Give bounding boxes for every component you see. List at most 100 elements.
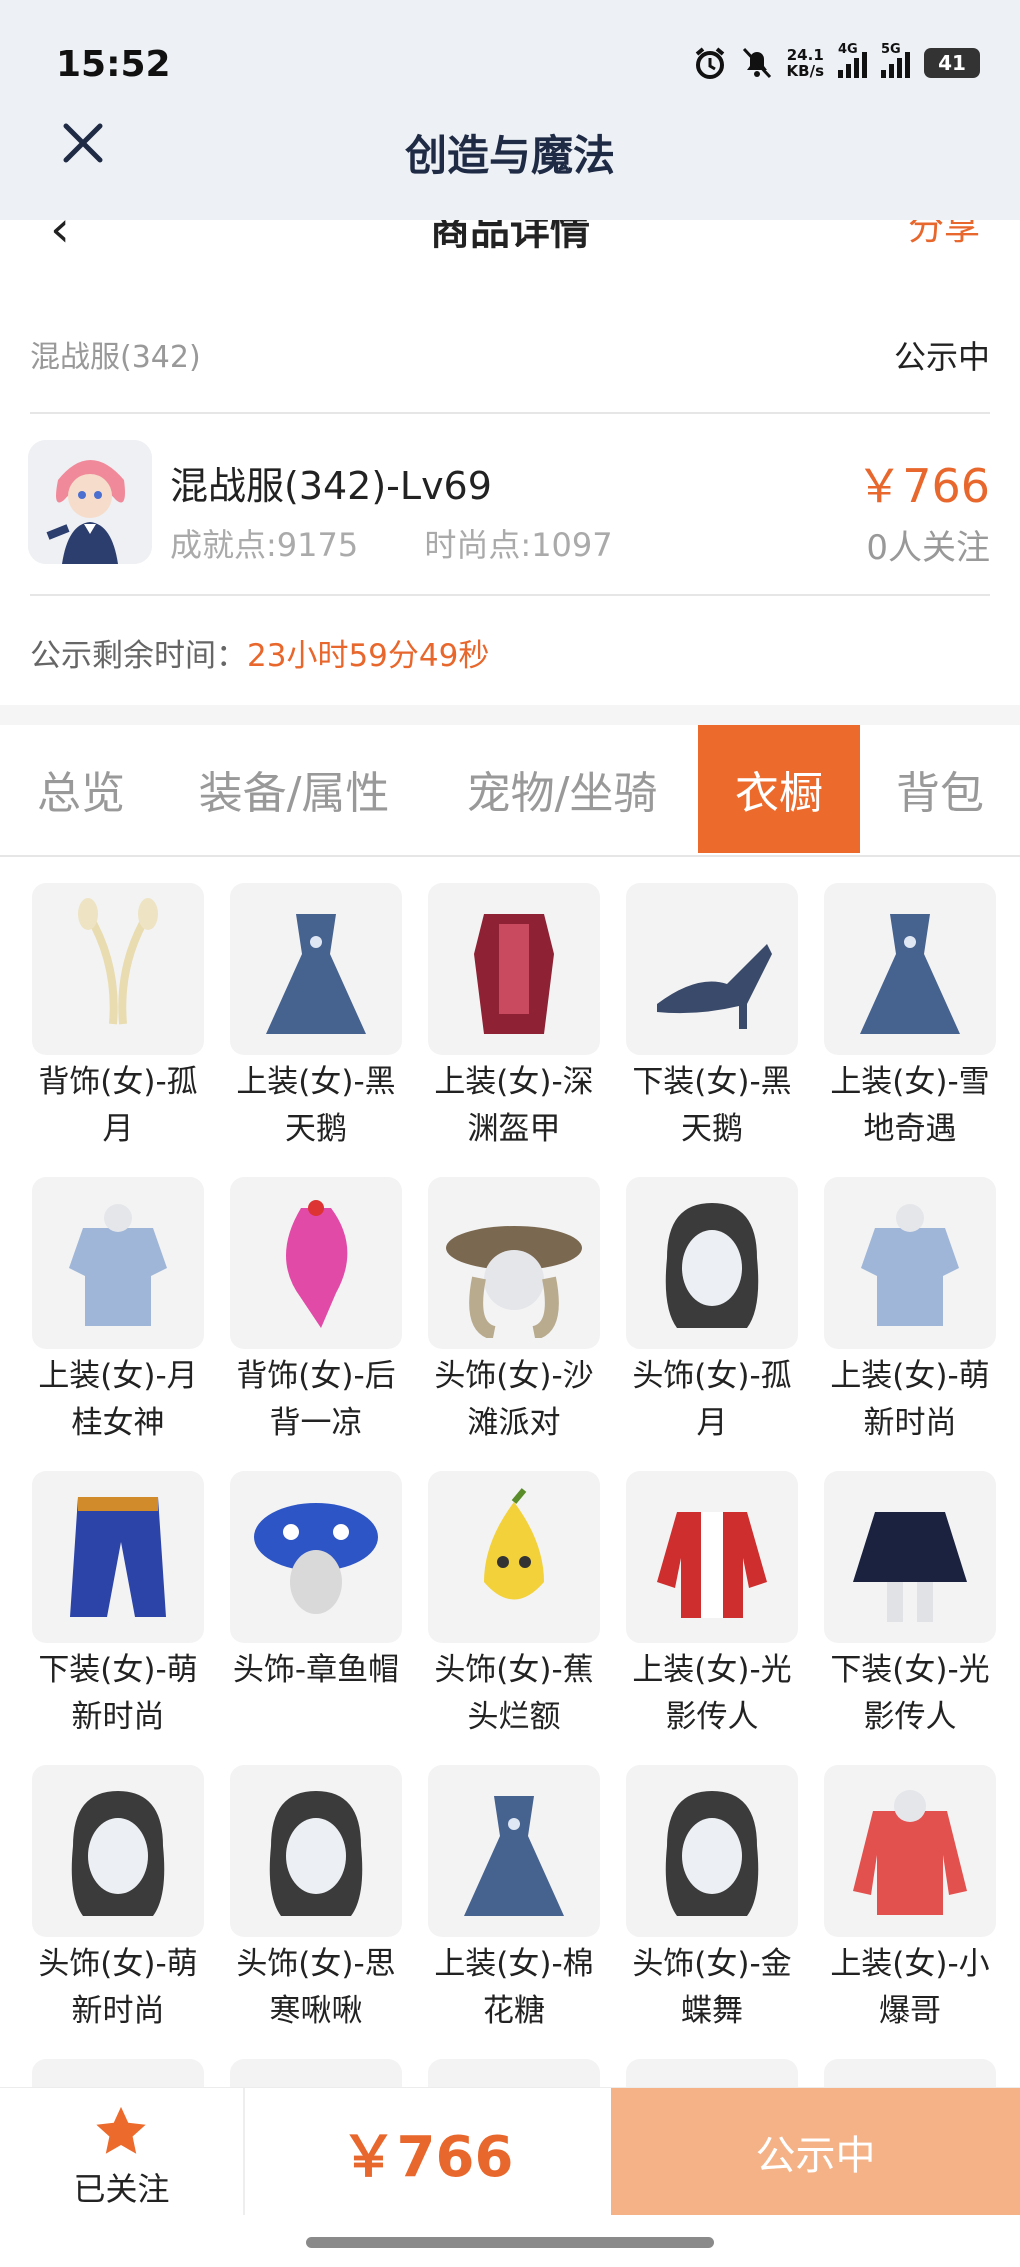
skirt-icon [853, 1512, 967, 1622]
wardrobe-item-thumb [824, 1177, 996, 1349]
wardrobe-item-name: 上装(女)-黑天鹅 [236, 1064, 396, 1147]
alarm-icon [695, 47, 724, 79]
wardrobe-item-thumb [230, 1177, 402, 1349]
armor-icon [474, 914, 554, 1034]
wardrobe-item-name: 头饰(女)-思寒啾啾 [236, 1946, 396, 2029]
wardrobe-item[interactable]: 下装(女)-光影传人 [820, 1471, 1000, 1741]
net-speed: 24.1 KB/s [786, 46, 824, 80]
wardrobe-item[interactable]: 上装(女)-萌新时尚 [820, 1177, 1000, 1447]
wardrobe-item[interactable]: 上装(女)-光影传人 [622, 1471, 802, 1741]
wardrobe-item[interactable]: 上装(女)-小爆哥 [820, 1765, 1000, 2035]
detail-tabs: 总览 装备/属性 宠物/坐骑 衣橱 背包 [0, 725, 1020, 857]
tab-pets[interactable]: 宠物/坐骑 [426, 725, 698, 853]
jacket-icon [657, 1512, 767, 1618]
wardrobe-item[interactable]: 背饰(女)-后背一凉 [226, 1177, 406, 1447]
remaining-time-label: 公示剩余时间： [30, 638, 247, 674]
character-avatar[interactable] [28, 440, 152, 564]
banana-icon [484, 1488, 544, 1600]
wardrobe-item-thumb [626, 1177, 798, 1349]
wardrobe-item[interactable]: 头饰-章鱼帽 [226, 1471, 406, 1694]
follow-label: 已关注 [73, 2170, 170, 2208]
tab-equipment[interactable]: 装备/属性 [162, 725, 426, 853]
item-icon [43, 2070, 193, 2087]
wardrobe-item-name: 下装(女)-萌新时尚 [38, 1652, 198, 1735]
wardrobe-item-name: 头饰(女)-萌新时尚 [38, 1946, 198, 2029]
remaining-time-value: 23小时59分49秒 [247, 638, 490, 674]
home-indicator[interactable] [306, 2237, 714, 2248]
item-icon [835, 2070, 985, 2087]
wardrobe-item-name: 背饰(女)-后背一凉 [236, 1358, 396, 1441]
item-icon [439, 2070, 589, 2087]
wardrobe-item[interactable] [28, 2059, 208, 2087]
wardrobe-item-thumb [824, 2059, 996, 2087]
listing-price: ￥766 [856, 459, 990, 513]
wardrobe-item[interactable] [820, 2059, 1000, 2087]
wardrobe-item-name: 上装(女)-萌新时尚 [830, 1358, 990, 1441]
wardrobe-item-thumb [32, 883, 204, 1055]
tab-wardrobe[interactable]: 衣橱 [698, 725, 860, 853]
wardrobe-item[interactable]: 头饰(女)-思寒啾啾 [226, 1765, 406, 2035]
wardrobe-item-name: 背饰(女)-孤月 [38, 1064, 198, 1147]
item-icon [637, 2070, 787, 2087]
follow-button[interactable]: 已关注 [0, 2088, 245, 2216]
dress-icon [464, 1796, 564, 1916]
app-header: 15:52 24.1 KB/s 4G 5G 41 创造与魔法 [0, 0, 1020, 220]
section-gap [0, 705, 1020, 725]
wardrobe-item-thumb [428, 2059, 600, 2087]
status-icons: 24.1 KB/s 4G 5G 41 [693, 42, 980, 80]
wardrobe-grid: 背饰(女)-孤月 上装(女)-黑天鹅 上装(女)-深渊盔甲 下装(女)-黑天鹅 上装(女… [0, 855, 1020, 2087]
wardrobe-item[interactable] [424, 2059, 604, 2087]
wardrobe-item[interactable]: 头饰(女)-孤月 [622, 1177, 802, 1447]
wardrobe-item[interactable]: 上装(女)-棉花糖 [424, 1765, 604, 2035]
dress-icon [266, 914, 366, 1034]
wardrobe-item[interactable]: 下装(女)-黑天鹅 [622, 883, 802, 1153]
wardrobe-item-thumb [824, 1471, 996, 1643]
remaining-time: 公示剩余时间：23小时59分49秒 [30, 630, 489, 675]
hat-icon [446, 1226, 582, 1338]
wardrobe-item-thumb [230, 1471, 402, 1643]
wardrobe-item[interactable]: 背饰(女)-孤月 [28, 883, 208, 1153]
wardrobe-item-thumb [626, 1471, 798, 1643]
status-action-button[interactable]: 公示中 [611, 2088, 1020, 2216]
head-icon [665, 1791, 759, 1916]
listing-status: 公示中 [893, 338, 990, 376]
dress-icon [860, 914, 960, 1034]
wardrobe-item[interactable]: 头饰(女)-沙滩派对 [424, 1177, 604, 1447]
ribbon-icon [78, 898, 158, 1025]
head-icon [269, 1791, 363, 1916]
wardrobe-item-thumb [428, 1177, 600, 1349]
wardrobe-item[interactable]: 上装(女)-雪地奇遇 [820, 883, 1000, 1153]
signal-5g-icon: 5G [881, 42, 910, 78]
wardrobe-item-thumb [230, 1765, 402, 1937]
wardrobe-item[interactable] [622, 2059, 802, 2087]
wardrobe-item-thumb [626, 2059, 798, 2087]
wardrobe-item[interactable]: 上装(女)-月桂女神 [28, 1177, 208, 1447]
mute-bell-icon [742, 47, 771, 79]
tab-backpack[interactable]: 背包 [860, 725, 1020, 853]
wardrobe-item[interactable]: 头饰(女)-萌新时尚 [28, 1765, 208, 2035]
wardrobe-item[interactable]: 头饰(女)-金蝶舞 [622, 1765, 802, 2035]
wardrobe-item-thumb [32, 1177, 204, 1349]
gesture-bar [0, 2215, 1020, 2267]
wardrobe-item-name: 头饰-章鱼帽 [232, 1652, 400, 1688]
battery-icon: 41 [924, 48, 980, 78]
wardrobe-item-thumb [824, 1765, 996, 1937]
hoodie-icon [853, 1790, 967, 1915]
octopus-hat-icon [254, 1503, 378, 1614]
character-name: 混战服(342)-Lv69 [170, 464, 492, 508]
listing-info: 混战服(342) 公示中 混战服(342)-Lv69 成就点:9175 时尚点:… [0, 250, 1020, 705]
wardrobe-item[interactable]: 上装(女)-深渊盔甲 [424, 883, 604, 1153]
wardrobe-item[interactable] [226, 2059, 406, 2087]
tab-overview[interactable]: 总览 [0, 725, 162, 853]
wardrobe-item-thumb [428, 883, 600, 1055]
pants-icon [70, 1497, 166, 1617]
wardrobe-item-thumb [626, 883, 798, 1055]
wardrobe-item[interactable]: 下装(女)-萌新时尚 [28, 1471, 208, 1741]
top-icon [861, 1204, 959, 1326]
wardrobe-item[interactable]: 上装(女)-黑天鹅 [226, 883, 406, 1153]
signal-4g-icon: 4G [838, 42, 867, 78]
wardrobe-item[interactable]: 头饰(女)-蕉头烂额 [424, 1471, 604, 1741]
wardrobe-item-name: 上装(女)-月桂女神 [38, 1358, 198, 1441]
wardrobe-item-name: 上装(女)-棉花糖 [434, 1946, 594, 2029]
app-title: 创造与魔法 [404, 131, 615, 180]
